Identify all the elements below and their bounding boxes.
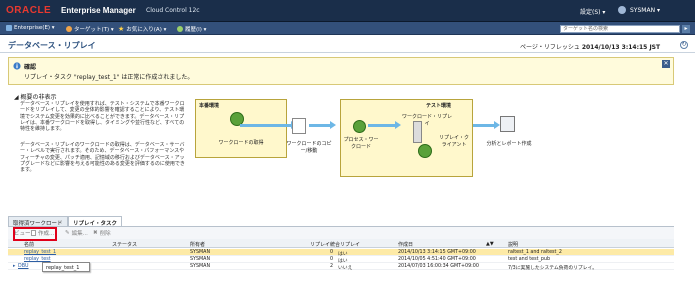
replays-cell: 0 xyxy=(330,257,334,262)
setup-menu[interactable]: 設定(S) ▾ xyxy=(580,7,605,16)
close-icon[interactable]: ✕ xyxy=(662,60,670,68)
replay-client-label: リプレイ・クライアント xyxy=(438,135,469,148)
description-cell: raltest_1 and raltest_2 xyxy=(508,250,562,255)
overview-paragraph-1: データベース・リプレイを使用すれば、テスト・システムで本番ワークロードをリプレイ… xyxy=(20,101,185,133)
enterprise-icon xyxy=(6,25,12,31)
refresh-icon[interactable]: ↻ xyxy=(680,41,688,49)
table-toolbar: ビュー ▾ 作成... ✎ 編集... ✖ 削除 xyxy=(8,226,674,239)
nav-enterprise[interactable]: Enterprise(E) ▾ xyxy=(6,25,55,31)
user-menu[interactable]: SYSMAN ▾ xyxy=(630,7,660,14)
server-icon xyxy=(413,121,422,143)
description-cell: test and test_pub xyxy=(508,257,551,262)
product-name: Enterprise Manager xyxy=(61,6,136,15)
created-cell: 2014/10/05 4:51:40 GMT+09:00 xyxy=(398,257,476,262)
page-refresh[interactable]: ページ・リフレッシュ 2014/10/13 3:14:15 JST xyxy=(520,42,660,51)
production-env-label: 本番環境 xyxy=(199,103,220,109)
col-created[interactable]: 作成日 xyxy=(398,241,413,248)
star-icon: ★ xyxy=(118,25,125,33)
expand-icon[interactable]: ▸ xyxy=(13,264,15,269)
replays-cell: 0 xyxy=(330,250,334,255)
replay-name-link[interactable]: replay_test_1 xyxy=(24,250,56,255)
table-row[interactable]: replay_test SYSMAN 0 はい 2014/10/05 4:51:… xyxy=(8,256,674,264)
replay-name-link[interactable]: DBU xyxy=(18,264,29,269)
sort-icons[interactable]: ▲▼ xyxy=(486,241,494,247)
nav-history[interactable]: 履歴(I) ▾ xyxy=(177,25,206,33)
created-cell: 2014/10/13 3:14:15 GMT+09:00 xyxy=(398,250,476,255)
gear-icon xyxy=(418,144,432,158)
flow-arrow xyxy=(473,121,500,129)
process-step-label: プロセス・ワークロード xyxy=(343,137,379,150)
confirmation-title: 確認 xyxy=(24,64,37,71)
owner-cell: SYSMAN xyxy=(190,250,211,255)
delete-button[interactable]: ✖ 削除 xyxy=(93,229,111,237)
test-env-label: テスト環境 xyxy=(426,103,452,109)
table-row[interactable]: ▸ DBU SYSMAN 2 いいえ 2014/07/03 16:00:34 G… xyxy=(8,263,674,271)
top-header: ORACLE Enterprise Manager Cloud Control … xyxy=(0,0,695,22)
copy-step-label: ワークロードのコピー/移動 xyxy=(286,141,332,154)
nav-favorites[interactable]: ★ お気に入り(A) ▾ xyxy=(118,25,166,33)
create-button-highlight xyxy=(13,227,57,241)
product-edition: Cloud Control 12c xyxy=(146,7,200,14)
owner-cell: SYSMAN xyxy=(190,257,211,262)
page-title: データベース・リプレイ xyxy=(8,41,96,50)
confirmation-message: リプレイ・タスク "replay_test_1" は正常に作成されました。 xyxy=(24,74,194,81)
collapse-icon: ◢ xyxy=(14,94,19,101)
document-icon xyxy=(292,118,306,134)
flow-arrow xyxy=(368,121,401,129)
workload-tabs: 取得済ワークロード リプレイ・タスク ビュー ▾ 作成... ✎ 編集... ✖… xyxy=(8,216,674,296)
title-divider xyxy=(0,52,695,53)
flow-arrow xyxy=(309,121,336,129)
flow-arrow xyxy=(240,121,297,129)
nav-targets[interactable]: ターゲット(T) ▾ xyxy=(66,25,114,33)
capture-step-label: ワークロードの取得 xyxy=(218,140,264,146)
oracle-logo: ORACLE xyxy=(6,5,52,16)
nav-bar: Enterprise(E) ▾ ターゲット(T) ▾ ★ お気に入り(A) ▾ … xyxy=(0,22,695,35)
analysis-step-label: 分析とレポート作成 xyxy=(486,141,532,147)
gear-icon xyxy=(353,120,366,133)
overview-paragraph-2: データベース・リプレイのワークロードの取得は、データベース・サーバー・レベルで実… xyxy=(20,142,185,174)
search-go-button[interactable]: ▸ xyxy=(682,25,690,33)
tab-replay-tasks[interactable]: リプレイ・タスク xyxy=(68,216,123,227)
user-icon xyxy=(618,6,626,14)
target-icon xyxy=(66,26,72,32)
tab-captured-workloads[interactable]: 取得済ワークロード xyxy=(8,216,68,227)
confirmation-box: 確認 リプレイ・タスク "replay_test_1" は正常に作成されました。… xyxy=(8,57,674,85)
overview-toggle[interactable]: ◢ 概要の非表示 xyxy=(14,92,57,101)
edit-button[interactable]: ✎ 編集... xyxy=(65,229,88,237)
target-search-input[interactable]: ターゲット名の検索 xyxy=(560,25,680,33)
consolidated-cell: いいえ xyxy=(338,266,353,271)
table-header: 名前 ステータス 所有者 リプレイ 統合リプレイ 作成日 ▲▼ 説明 xyxy=(8,239,674,248)
col-replays[interactable]: リプレイ xyxy=(310,241,330,248)
replays-cell: 2 xyxy=(330,264,334,269)
history-icon xyxy=(177,26,183,32)
name-tooltip: replay_test_1 xyxy=(42,262,90,272)
col-consolidated[interactable]: 統合リプレイ xyxy=(330,241,360,248)
col-owner[interactable]: 所有者 xyxy=(190,241,205,248)
table-row[interactable]: replay_test_1 SYSMAN 0 はい 2014/10/13 3:1… xyxy=(8,249,674,257)
test-environment-box: テスト環境 プロセス・ワークロード ワークロード・リプレイ リプレイ・クライアン… xyxy=(340,99,473,177)
info-icon xyxy=(13,62,21,70)
col-description[interactable]: 説明 xyxy=(508,241,518,248)
created-cell: 2014/07/03 16:00:34 GMT+09:00 xyxy=(398,264,479,269)
delete-icon: ✖ xyxy=(93,230,98,236)
replay-step-label: ワークロード・リプレイ xyxy=(401,114,452,127)
col-name[interactable]: 名前 xyxy=(24,241,34,248)
pencil-icon: ✎ xyxy=(65,230,70,236)
owner-cell: SYSMAN xyxy=(190,264,211,269)
report-icon xyxy=(500,116,515,132)
production-environment-box: 本番環境 ワークロードの取得 xyxy=(195,99,287,158)
description-cell: 7/3に実施したシステム負荷のリプレイ。 xyxy=(508,266,598,271)
col-status[interactable]: ステータス xyxy=(112,241,137,248)
